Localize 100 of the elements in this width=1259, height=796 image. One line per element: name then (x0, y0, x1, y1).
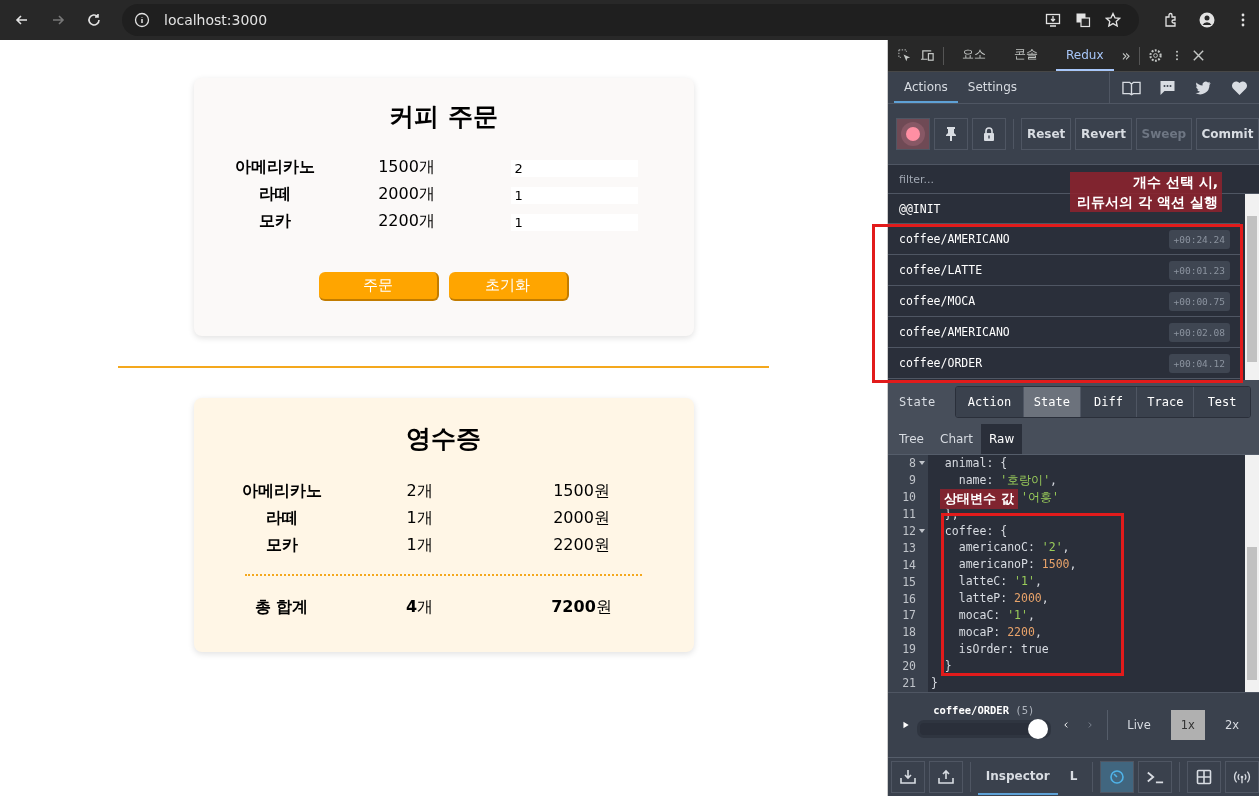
timer-button[interactable] (1100, 761, 1135, 793)
reload-icon[interactable] (86, 12, 102, 28)
view-tab[interactable]: Chart (932, 424, 981, 454)
monitor-tab[interactable]: Inspector (977, 759, 1058, 795)
more-tabs[interactable]: » (1121, 46, 1131, 65)
code-line: isOrder: true (958, 641, 1049, 656)
action-row[interactable]: coffee/ORDER +00:04.12 (888, 348, 1240, 379)
line-number: 9 (909, 473, 916, 488)
monitor-tab[interactable]: L (1061, 759, 1086, 795)
translate-icon[interactable] (1075, 12, 1091, 28)
code-line: mocaP: 2200, (958, 624, 1042, 639)
settings-icon[interactable] (1147, 48, 1163, 63)
scrollbar[interactable] (1245, 194, 1259, 380)
annotation-tooltip: 개수 선택 시, 리듀서의 각 액션 실행 (1070, 172, 1222, 212)
action-row[interactable]: coffee/AMERICANO +00:02.08 (888, 317, 1240, 348)
toolbar-button[interactable]: Revert (1075, 118, 1132, 150)
speed-button[interactable]: Live (1117, 710, 1161, 740)
quantity-field[interactable]: 2 (510, 160, 638, 177)
speed-button[interactable]: 1x (1170, 710, 1205, 740)
action-row[interactable]: coffee/MOCA +00:00.75 (888, 286, 1240, 317)
pin-button[interactable] (934, 118, 968, 150)
grid-button[interactable] (1187, 761, 1222, 793)
import-button[interactable] (891, 761, 925, 793)
terminal-icon (1146, 769, 1165, 785)
scrollbar[interactable] (1245, 455, 1259, 692)
detail-tab[interactable]: Trace (1136, 387, 1194, 417)
inspect-icon[interactable] (897, 48, 912, 63)
panel-tab[interactable]: Settings (957, 72, 1028, 103)
menu-name: 아메리카노 (234, 157, 315, 178)
panel-tab[interactable]: Actions (894, 72, 958, 103)
address-bar[interactable]: localhost:3000 (122, 4, 1139, 36)
profile-icon[interactable] (1199, 12, 1215, 28)
broadcast-button[interactable] (1225, 761, 1259, 793)
detail-tab[interactable]: Action (956, 387, 1023, 417)
record-button[interactable] (896, 118, 930, 150)
code-line: latteC: '1', (958, 574, 1042, 589)
view-tab[interactable]: Raw (981, 424, 1023, 454)
menu-price: 2200개 (378, 211, 435, 232)
code-line: name: '호랑이', (958, 472, 1058, 487)
line-number: 15 (902, 574, 916, 589)
star-icon[interactable] (1105, 12, 1121, 28)
toolbar-button[interactable]: Commit (1195, 118, 1259, 150)
code-line: latteP: 2000, (958, 591, 1049, 606)
quantity-field[interactable]: 1 (510, 214, 638, 231)
terminal-button[interactable] (1138, 761, 1173, 793)
action-row[interactable]: coffee/LATTE +00:01.23 (888, 255, 1240, 286)
devtools-tab[interactable]: 콘솔 (1004, 40, 1048, 71)
devtools-tab[interactable]: Redux (1056, 40, 1114, 71)
item-count: 2개 (406, 481, 433, 502)
toolbar-button[interactable]: Reset (1020, 118, 1072, 150)
speed-button[interactable]: 2x (1214, 710, 1249, 740)
info-icon[interactable] (134, 12, 150, 28)
code-line: americanoP: 1500, (958, 557, 1077, 572)
detail-tab[interactable]: Diff (1079, 387, 1137, 417)
detail-tab[interactable]: State (1022, 387, 1080, 417)
slider-label: coffee/ORDER (933, 704, 1009, 716)
item-count: 1개 (406, 535, 433, 556)
export-button[interactable] (928, 761, 963, 793)
line-number: 13 (902, 540, 916, 555)
grid-icon (1195, 769, 1214, 785)
line-number: 12 (902, 524, 916, 538)
chat-icon[interactable] (1158, 79, 1177, 96)
devtools-tab[interactable]: 요소 (952, 40, 996, 71)
slider-thumb[interactable] (1027, 719, 1048, 739)
action-row[interactable]: coffee/AMERICANO +00:24.24 (888, 224, 1240, 255)
code-line: mocaC: '1', (958, 608, 1035, 622)
line-number: 16 (902, 591, 916, 606)
book-icon[interactable] (1122, 79, 1141, 96)
upload-icon (936, 769, 955, 785)
fold-icon[interactable] (919, 460, 925, 467)
line-number: 21 (902, 676, 916, 690)
section-label: State (899, 395, 937, 409)
card-title: 커피 주문 (388, 101, 499, 133)
quantity-field[interactable]: 1 (510, 187, 638, 204)
line-number: 10 (902, 490, 916, 505)
item-count: 1개 (406, 508, 433, 529)
annotation-tooltip: 상태변수 값 (940, 489, 1018, 509)
menu-name: 모카 (258, 211, 291, 232)
bird-icon[interactable] (1194, 79, 1213, 96)
extensions-icon[interactable] (1163, 12, 1179, 28)
menu-price: 2000개 (378, 184, 435, 205)
line-number: 19 (902, 642, 916, 657)
fold-icon[interactable] (919, 528, 925, 534)
antenna-icon (1233, 769, 1252, 785)
item-name: 라떼 (265, 508, 298, 529)
lock-button[interactable] (972, 118, 1006, 150)
line-number: 8 (909, 456, 916, 471)
code-line: coffee: { (944, 523, 1008, 538)
line-number: 20 (902, 659, 916, 674)
device-icon[interactable] (920, 48, 935, 63)
heart-icon[interactable] (1230, 79, 1249, 96)
view-tab[interactable]: Tree (891, 424, 932, 454)
item-amount: 2000원 (553, 508, 610, 529)
code-line: } (931, 675, 938, 690)
total-label: 총 합계 (254, 597, 309, 618)
slider-track[interactable] (916, 720, 1051, 738)
code-line: } (944, 658, 952, 673)
install-icon[interactable] (1045, 12, 1061, 28)
lock-icon (981, 126, 997, 142)
detail-tab[interactable]: Test (1193, 387, 1250, 417)
